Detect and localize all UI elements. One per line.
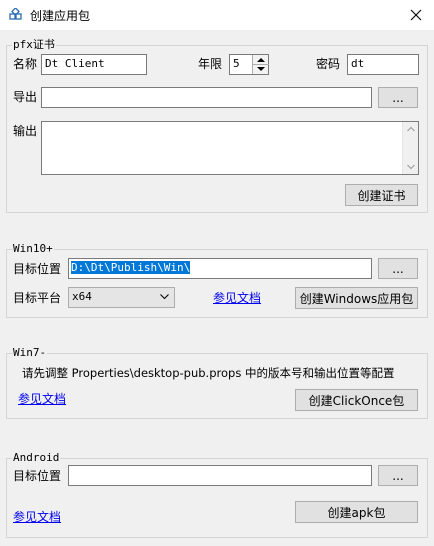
win10-docs-link[interactable]: 参见文档 <box>213 291 261 305</box>
create-windows-package-button[interactable]: 创建Windows应用包 <box>295 287 418 309</box>
package-icon <box>9 8 22 20</box>
platform-select[interactable]: x64 <box>68 287 175 308</box>
name-input[interactable]: Dt Client <box>41 54 147 75</box>
spin-arrows-icon <box>253 58 269 71</box>
win7-docs-link[interactable]: 参见文档 <box>18 392 66 406</box>
android-target-label: 目标位置 <box>13 469 62 483</box>
window-title: 创建应用包 <box>30 9 91 23</box>
output-scrollbar[interactable] <box>402 122 418 174</box>
win7-legend: Win7- <box>12 346 48 359</box>
android-browse-button[interactable]: ... <box>378 465 418 486</box>
years-label: 年限 <box>198 57 223 71</box>
win10-legend: Win10+ <box>12 242 54 255</box>
password-input[interactable]: dt <box>347 54 419 75</box>
win10-target-label: 目标位置 <box>13 262 62 276</box>
android-docs-link[interactable]: 参见文档 <box>13 510 61 524</box>
export-browse-button[interactable]: ... <box>378 87 418 108</box>
android-legend: Android <box>12 451 61 464</box>
win10-target-input[interactable]: D:\Dt\Publish\Win\ <box>68 258 372 279</box>
create-apk-button[interactable]: 创建apk包 <box>295 501 418 523</box>
output-label: 输出 <box>13 124 38 138</box>
win10-browse-button[interactable]: ... <box>378 258 418 279</box>
chevron-down-icon <box>160 294 169 300</box>
password-label: 密码 <box>316 57 341 71</box>
win10-target-value: D:\Dt\Publish\Win\ <box>71 261 191 274</box>
output-textarea[interactable] <box>41 121 419 175</box>
platform-select-value: x64 <box>72 290 92 303</box>
scroll-arrows-icon <box>407 126 415 170</box>
android-target-input[interactable] <box>68 465 372 486</box>
win7-hint: 请先调整 Properties\desktop-pub.props 中的版本号和… <box>22 366 395 380</box>
close-button[interactable] <box>398 0 434 30</box>
name-label: 名称 <box>13 57 38 71</box>
create-clickonce-button[interactable]: 创建ClickOnce包 <box>295 389 418 411</box>
create-cert-button[interactable]: 创建证书 <box>345 184 418 206</box>
pfx-legend: pfx证书 <box>12 38 56 51</box>
win10-platform-label: 目标平台 <box>13 291 62 305</box>
export-label: 导出 <box>13 90 38 104</box>
close-icon <box>410 9 422 21</box>
years-spin-buttons[interactable] <box>252 55 269 74</box>
export-input[interactable] <box>41 87 372 108</box>
